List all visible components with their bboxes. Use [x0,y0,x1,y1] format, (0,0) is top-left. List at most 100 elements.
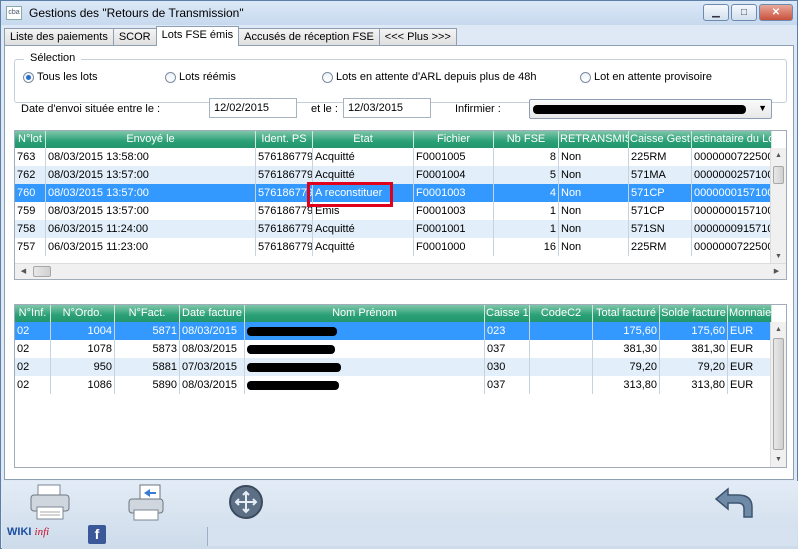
col-header[interactable]: N°lot [15,131,46,148]
scroll-down-icon[interactable]: ▼ [772,249,785,264]
cell-dest: 0000000722500 [692,148,772,166]
tab-scor[interactable]: SCOR [112,28,157,46]
cell-caisse: 571SN [629,220,692,238]
lots-vertical-scrollbar[interactable]: ▲ ▼ [770,148,786,264]
date-from-input[interactable]: 12/02/2015 [209,98,297,118]
radio-button[interactable] [23,71,34,83]
status-bar [207,527,797,546]
radio-label: Lots réémis [179,71,236,83]
cell-ordo: 1004 [51,322,115,340]
table-row[interactable]: 02 1078 5873 08/03/2015 037 381,30 381,3… [15,340,772,358]
table-row[interactable]: 02 1086 5890 08/03/2015 037 313,80 313,8… [15,376,772,394]
radio-button[interactable] [580,71,591,83]
scroll-left-icon[interactable]: ◀ [17,264,30,279]
radio-label: Tous les lots [37,71,98,83]
scroll-down-icon[interactable]: ▼ [772,452,785,467]
radio-tous-les-lots[interactable]: Tous les lots [23,71,98,83]
print-export-icon[interactable] [126,483,170,523]
cell-dest: 0000000257100 [692,166,772,184]
radio-lots-attente-arl[interactable]: Lots en attente d'ARL depuis plus de 48h [322,71,536,83]
col-header[interactable]: RETRANSMIS [559,131,629,148]
redacted-name [247,344,335,354]
cell-ps: 576186779 [256,202,313,220]
cell-dest: 0000000157100 [692,184,772,202]
col-header[interactable]: Ident. PS [256,131,313,148]
col-header[interactable]: Caisse Gest. [629,131,692,148]
col-header[interactable]: Monnaie [728,305,772,322]
radio-lots-reemis[interactable]: Lots réémis [165,71,236,83]
col-header[interactable]: Nb FSE [494,131,559,148]
sync-arrows-icon[interactable] [226,483,270,523]
table-row[interactable]: 758 06/03/2015 11:24:00 576186779 Acquit… [15,220,772,238]
cell-fact: 5871 [115,322,180,340]
radio-label: Lots en attente d'ARL depuis plus de 48h [336,71,537,83]
radio-button[interactable] [322,71,333,83]
date-to-input[interactable]: 12/03/2015 [343,98,431,118]
scroll-thumb[interactable] [773,338,784,450]
table-row-selected[interactable]: 760 08/03/2015 13:57:00 576186779 A reco… [15,184,772,202]
col-header[interactable]: N°Ordo. [51,305,115,322]
wiki-infi-logo[interactable]: WIKI infi [7,526,49,538]
col-header[interactable]: N°Fact. [115,305,180,322]
col-header[interactable]: estinataire du Lo [692,131,772,148]
cell-fact: 5890 [115,376,180,394]
table-row[interactable]: 02 950 5881 07/03/2015 030 79,20 79,20 E… [15,358,772,376]
cell-inf: 02 [15,376,51,394]
app-icon: cba [6,6,22,20]
table-row[interactable]: 757 06/03/2015 11:23:00 576186779 Acquit… [15,238,772,256]
tab-plus[interactable]: <<< Plus >>> [378,28,457,46]
cell-nb: 1 [494,220,559,238]
tab-lots-fse-emis[interactable]: Lots FSE émis [155,26,240,46]
cell-dest: 0000000915710 [692,220,772,238]
table-row[interactable]: 759 08/03/2015 13:57:00 576186779 Emis F… [15,202,772,220]
table-row[interactable]: 763 08/03/2015 13:58:00 576186779 Acquit… [15,148,772,166]
cell-lot: 760 [15,184,46,202]
scroll-right-icon[interactable]: ▶ [770,264,783,279]
cell-currency: EUR [728,322,772,340]
cell-ps: 576186779 [256,238,313,256]
minimize-button[interactable]: ▁ [703,4,729,21]
col-header[interactable]: Solde facture [660,305,728,322]
col-header[interactable]: Fichier [414,131,494,148]
nurse-select[interactable]: ▼ [529,99,772,119]
back-arrow-icon[interactable] [712,483,756,523]
col-header[interactable]: Nom Prénom [245,305,485,322]
col-header[interactable]: Total facturé [593,305,660,322]
table-row-selected[interactable]: 02 1004 5871 08/03/2015 023 175,60 175,6… [15,322,772,340]
col-header[interactable]: Envoyé le [46,131,256,148]
cell-file: F0001000 [414,238,494,256]
facebook-icon[interactable]: f [88,525,106,544]
cell-codec2 [530,340,593,358]
col-header[interactable]: CodeC2 [530,305,593,322]
cell-nb: 4 [494,184,559,202]
scroll-thumb[interactable] [33,266,51,277]
scroll-up-icon[interactable]: ▲ [772,322,785,337]
lots-horizontal-scrollbar[interactable]: ◀ ▶ [15,263,786,279]
printer-icon[interactable] [28,483,72,523]
cell-retrans: Non [559,184,629,202]
cell-currency: EUR [728,358,772,376]
cell-dest: 0000000157100 [692,202,772,220]
scroll-up-icon[interactable]: ▲ [772,148,785,163]
cell-file: F0001003 [414,184,494,202]
scroll-thumb[interactable] [773,166,784,184]
close-button[interactable]: ✕ [759,4,793,21]
radio-button[interactable] [165,71,176,83]
col-header[interactable]: Etat [313,131,414,148]
cell-retrans: Non [559,220,629,238]
invoices-vertical-scrollbar[interactable]: ▲ ▼ [770,322,786,467]
cell-ps: 576186779 [256,166,313,184]
cell-codec2 [530,376,593,394]
tab-liste-paiements[interactable]: Liste des paiements [4,28,114,46]
redacted-name [247,362,341,372]
radio-lot-attente-provisoire[interactable]: Lot en attente provisoire [580,71,712,83]
tab-accuses-reception[interactable]: Accusés de réception FSE [238,28,380,46]
maximize-button[interactable]: □ [731,4,757,21]
cell-date: 08/03/2015 [180,322,245,340]
col-header[interactable]: Caisse 1 [485,305,530,322]
table-row[interactable]: 762 08/03/2015 13:57:00 576186779 Acquit… [15,166,772,184]
col-header[interactable]: Date facture [180,305,245,322]
cell-total: 175,60 [593,322,660,340]
nurse-label: Infirmier : [455,103,501,115]
col-header[interactable]: N°Inf. [15,305,51,322]
